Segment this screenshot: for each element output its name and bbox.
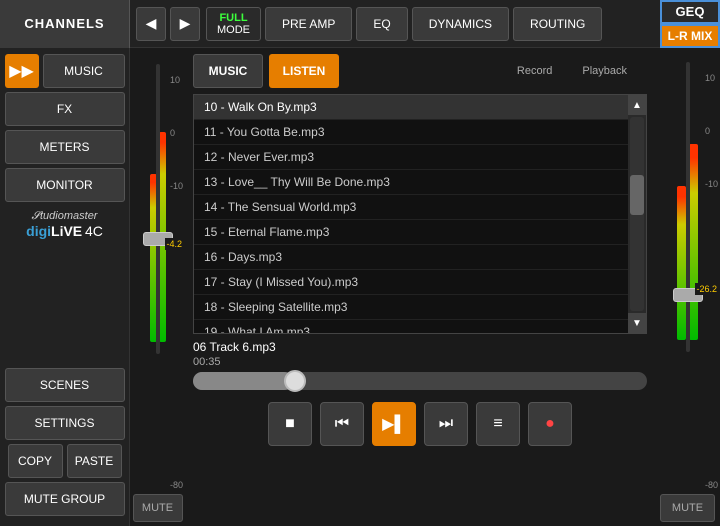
brand-name: 𝓢tudiomaster	[26, 210, 103, 223]
playback-label: Playback	[582, 65, 627, 77]
stop-icon: ■	[285, 415, 295, 433]
playback-controls: ■ ⏮ ▶▌ ⏭ ≡ ●	[185, 394, 655, 454]
brand-logo: 𝓢tudiomaster digiLiVE 4C	[26, 210, 103, 239]
music-top-button[interactable]: MUSIC	[43, 54, 125, 88]
music-label-button[interactable]: MUSIC	[193, 54, 263, 88]
scroll-thumb[interactable]	[630, 175, 644, 215]
stop-button[interactable]: ■	[268, 402, 312, 446]
track-item[interactable]: 15 - Eternal Flame.mp3	[194, 220, 628, 245]
routing-button[interactable]: ROUTING	[513, 7, 602, 41]
listen-button[interactable]: LISTEN	[269, 54, 339, 88]
channels-button[interactable]: CHANNELS	[0, 0, 130, 48]
paste-button[interactable]: PASTE	[67, 444, 122, 478]
left-db-label: -4.2	[165, 238, 183, 250]
track-scrollbar: ▲ ▼	[628, 95, 646, 333]
nav-next-button[interactable]: ▶	[170, 7, 200, 41]
track-item[interactable]: 16 - Days.mp3	[194, 245, 628, 270]
right-fader-strip: 10 0 -10 -26.2 -80 MUTE	[655, 48, 720, 526]
sidebar-bottom: SCENES SETTINGS COPY PASTE MUTE GROUP	[0, 368, 129, 520]
right-scale: 10 0 -10	[705, 66, 718, 198]
record-playback-labels: Record Playback	[517, 65, 647, 77]
right-mute-button[interactable]: MUTE	[660, 494, 715, 522]
main-layout: ▶▶ MUSIC FX METERS MONITOR 𝓢tudiomaster …	[0, 48, 720, 526]
mode-text: MODE	[217, 24, 250, 36]
right-meter-R	[689, 144, 698, 340]
track-item[interactable]: 17 - Stay (I Missed You).mp3	[194, 270, 628, 295]
record-button[interactable]: ●	[528, 402, 572, 446]
monitor-button[interactable]: MONITOR	[5, 168, 125, 202]
full-text: FULL	[219, 12, 247, 24]
left-80-label: -80	[170, 480, 183, 490]
left-scale: 10 0 -10	[170, 68, 183, 200]
scroll-down-button[interactable]: ▼	[628, 313, 646, 333]
mute-group-button[interactable]: MUTE GROUP	[5, 482, 125, 516]
track-item[interactable]: 19 - What I Am.mp3	[194, 320, 628, 333]
preamp-button[interactable]: PRE AMP	[265, 7, 352, 41]
prev-icon: ⏮	[335, 415, 349, 433]
progress-bar[interactable]	[193, 372, 647, 390]
settings-button[interactable]: SETTINGS	[5, 406, 125, 440]
eq-button[interactable]: EQ	[356, 7, 407, 41]
track-item[interactable]: 11 - You Gotta Be.mp3	[194, 120, 628, 145]
next-button[interactable]: ⏭	[424, 402, 468, 446]
track-item[interactable]: 14 - The Sensual World.mp3	[194, 195, 628, 220]
record-label: Record	[517, 65, 552, 77]
scroll-track	[630, 117, 644, 311]
current-track-time: 00:35	[193, 356, 647, 368]
track-item[interactable]: 18 - Sleeping Satellite.mp3	[194, 295, 628, 320]
right-fader-track	[686, 62, 690, 352]
left-mute-button[interactable]: MUTE	[133, 494, 183, 522]
track-list: 10 - Walk On By.mp311 - You Gotta Be.mp3…	[194, 95, 628, 333]
left-fader-strip: 10 0 -10 -4.2 -80 MUTE	[130, 48, 185, 526]
dynamics-button[interactable]: DYNAMICS	[412, 7, 509, 41]
meters-button[interactable]: METERS	[5, 130, 125, 164]
right-80-label: -80	[705, 480, 718, 490]
nav-arrows: ◀ ▶	[130, 7, 206, 41]
prev-button[interactable]: ⏮	[320, 402, 364, 446]
play-pause-button[interactable]: ▶▌	[372, 402, 416, 446]
top-bar: CHANNELS ◀ ▶ FULL MODE PRE AMP EQ DYNAMI…	[0, 0, 720, 48]
right-db-label: -26.2	[695, 283, 718, 295]
scenes-button[interactable]: SCENES	[5, 368, 125, 402]
menu-icon: ≡	[493, 415, 502, 433]
scroll-up-button[interactable]: ▲	[628, 95, 646, 115]
track-list-container: 10 - Walk On By.mp311 - You Gotta Be.mp3…	[193, 94, 647, 334]
left-sidebar: ▶▶ MUSIC FX METERS MONITOR 𝓢tudiomaster …	[0, 48, 130, 526]
left-fader-track	[156, 64, 160, 354]
full-mode-button[interactable]: FULL MODE	[206, 7, 261, 41]
next-icon: ⏭	[439, 415, 453, 433]
fx-button[interactable]: FX	[5, 92, 125, 126]
progress-thumb[interactable]	[284, 370, 306, 392]
play-icon: ▶▌	[382, 414, 406, 434]
now-playing: 06 Track 6.mp3 00:35	[185, 334, 655, 394]
track-item[interactable]: 12 - Never Ever.mp3	[194, 145, 628, 170]
record-icon: ●	[545, 415, 555, 433]
track-item[interactable]: 13 - Love__ Thy Will Be Done.mp3	[194, 170, 628, 195]
play-button[interactable]: ▶▶	[5, 54, 39, 88]
model-name: digiLiVE 4C	[26, 223, 103, 239]
copy-button[interactable]: COPY	[8, 444, 63, 478]
menu-button[interactable]: ≡	[476, 402, 520, 446]
progress-fill	[193, 372, 293, 390]
current-track-name: 06 Track 6.mp3	[193, 340, 647, 354]
play-music-row: ▶▶ MUSIC	[5, 54, 125, 88]
geq-button[interactable]: GEQ	[660, 0, 720, 24]
track-item[interactable]: 10 - Walk On By.mp3	[194, 95, 628, 120]
copy-paste-row: COPY PASTE	[8, 444, 122, 478]
main-content: MUSIC LISTEN Record Playback 10 - Walk O…	[185, 48, 655, 526]
nav-prev-button[interactable]: ◀	[136, 7, 166, 41]
player-header: MUSIC LISTEN Record Playback	[185, 48, 655, 94]
lrmix-button[interactable]: L-R MIX	[660, 24, 720, 48]
